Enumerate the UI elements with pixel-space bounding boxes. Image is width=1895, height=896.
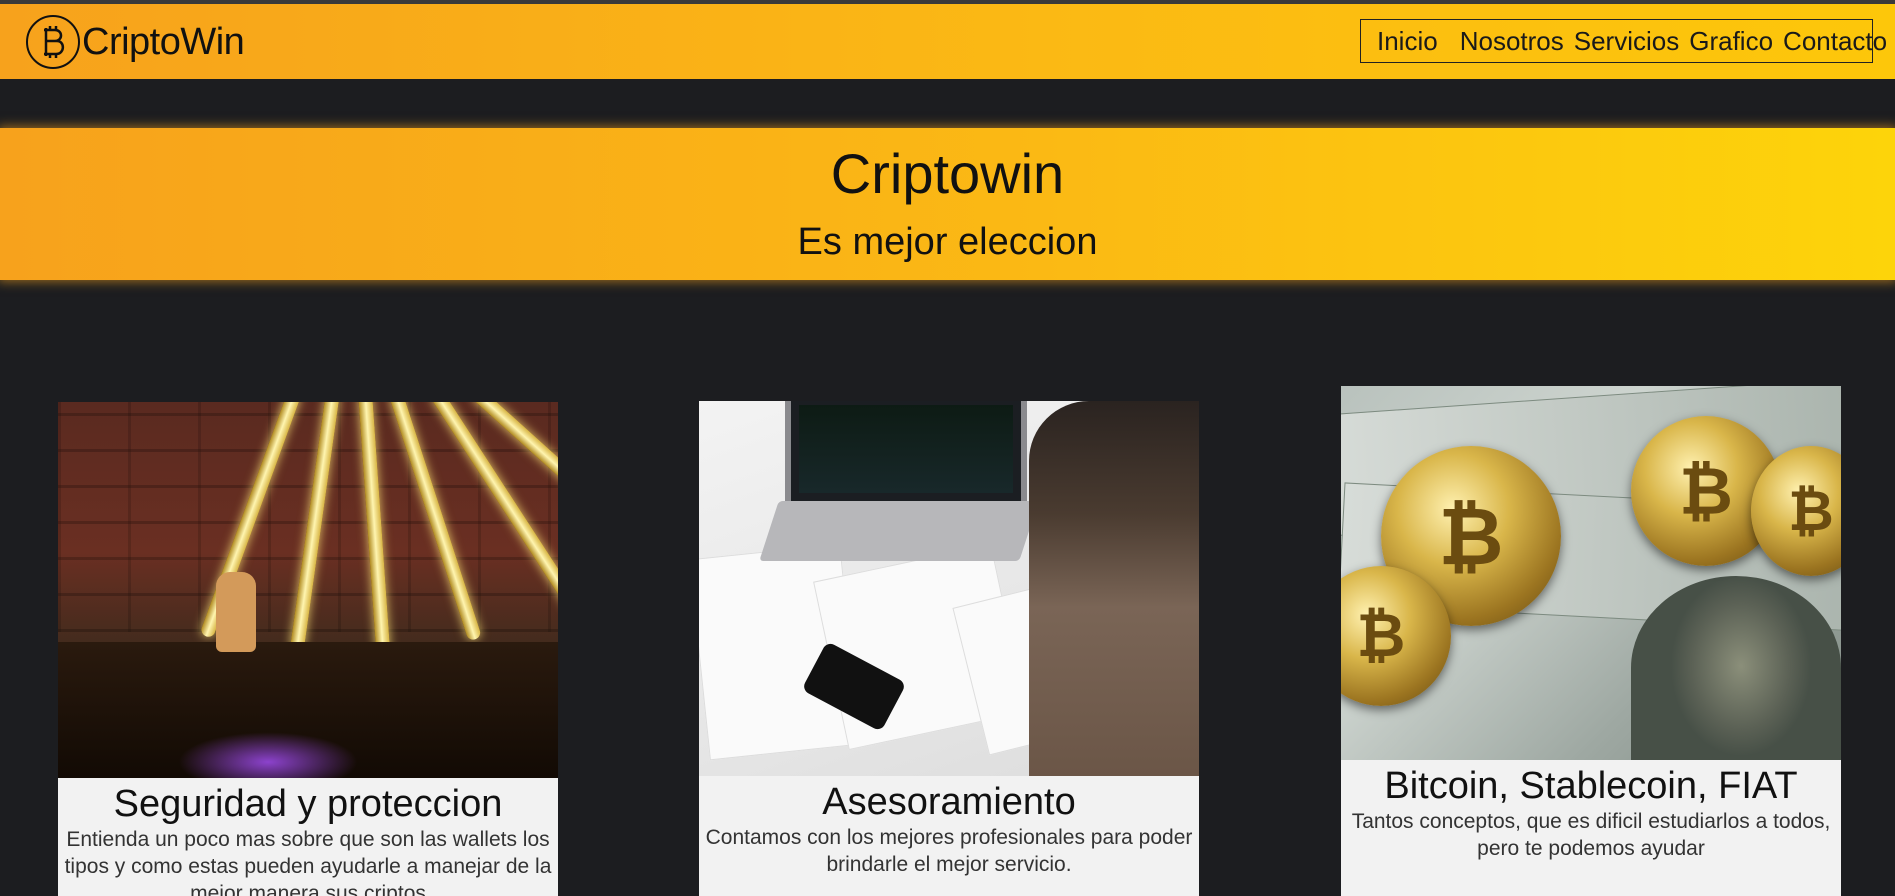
person xyxy=(1029,401,1199,776)
hero-title: Criptowin xyxy=(830,142,1065,205)
nav-link-nosotros[interactable]: Nosotros xyxy=(1460,26,1564,57)
laptop-screen xyxy=(799,405,1013,493)
brand[interactable]: CriptoWin xyxy=(26,12,245,72)
purple-glow xyxy=(178,732,358,778)
nav-link-grafico[interactable]: Grafico xyxy=(1689,26,1773,57)
franklin-portrait xyxy=(1631,576,1841,760)
laptop xyxy=(785,401,1027,507)
nav-link-inicio[interactable]: Inicio xyxy=(1377,26,1438,57)
bitcoin-icon xyxy=(26,15,80,69)
card-image xyxy=(699,401,1199,776)
service-card-asesoramiento[interactable]: Asesoramiento Contamos con los mejores p… xyxy=(699,401,1199,896)
card-title: Asesoramiento xyxy=(822,781,1076,823)
card-title: Bitcoin, Stablecoin, FIAT xyxy=(1384,765,1798,807)
card-text: Entienda un poco mas sobre que son las w… xyxy=(64,828,552,896)
service-card-seguridad[interactable]: Seguridad y proteccion Entienda un poco … xyxy=(58,402,558,896)
brand-name: CriptoWin xyxy=(82,20,245,63)
card-text: Contamos con los mejores profesionales p… xyxy=(705,826,1193,876)
card-image: ₿ ₿ ₿ ₿ xyxy=(1341,386,1841,760)
card-image xyxy=(58,402,558,778)
hero-banner: Criptowin Es mejor eleccion xyxy=(0,128,1895,280)
nav-link-servicios[interactable]: Servicios xyxy=(1574,26,1679,57)
card-text: Tantos conceptos, que es dificil estudia… xyxy=(1351,810,1831,860)
main-nav: Inicio Nosotros Servicios Grafico Contac… xyxy=(1360,19,1887,63)
nav-link-contacto[interactable]: Contacto xyxy=(1783,26,1887,57)
keyboard xyxy=(759,501,1039,561)
card-title: Seguridad y proteccion xyxy=(113,783,503,825)
service-card-bitcoin[interactable]: ₿ ₿ ₿ ₿ Bitcoin, Stablecoin, FIAT Tantos… xyxy=(1341,386,1841,896)
navbar: CriptoWin Inicio Nosotros Servicios Graf… xyxy=(0,4,1895,79)
dog-figurine xyxy=(216,572,256,652)
hero-subtitle: Es mejor eleccion xyxy=(797,221,1098,263)
